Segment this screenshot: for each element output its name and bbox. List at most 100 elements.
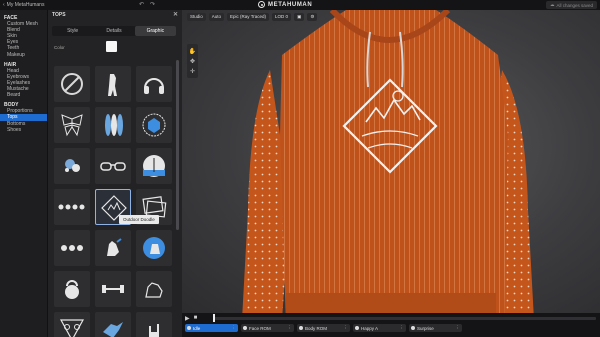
tops-panel: TOPS ✕ Style Details Graphic Color Outdo… xyxy=(47,10,182,337)
move-icon[interactable]: ✥ xyxy=(187,56,198,66)
graphic-hand-tile[interactable] xyxy=(95,230,131,266)
graphic-moon-phases-tile[interactable] xyxy=(54,189,90,225)
graphic-eyes-tile[interactable] xyxy=(54,230,90,266)
graphic-surfboards-tile[interactable] xyxy=(95,107,131,143)
graphic-glasses-tile[interactable] xyxy=(95,148,131,184)
close-icon[interactable]: ✕ xyxy=(173,11,178,18)
color-swatch[interactable] xyxy=(106,41,117,52)
glasses-icon xyxy=(100,162,126,171)
playback-controls: ▶ ■ xyxy=(185,315,197,322)
top-bar: ‹ My MetaHumans ↶ ↷ METAHUMAN ☁ All chan… xyxy=(0,0,600,10)
headphones-icon xyxy=(144,78,164,94)
pose-happy-a[interactable]: Happy A ⋮ xyxy=(353,324,406,332)
pose-label: Happy A xyxy=(361,325,379,331)
panel-title: TOPS xyxy=(52,12,66,18)
pose-label: Body ROM xyxy=(305,325,328,331)
dumbbell-icon xyxy=(102,285,124,293)
render-quality-button[interactable]: Epic (Ray Traced) xyxy=(227,13,270,21)
color-label: Color xyxy=(54,44,65,50)
viewport-toolbar: Studio Auto Epic (Ray Traced) LOD 0 ▣ ⚙ xyxy=(187,13,318,21)
graphic-butterfly-tile[interactable] xyxy=(54,107,90,143)
sidebar-item-beard[interactable]: Beard xyxy=(4,92,47,98)
sidebar-item-shoes[interactable]: Shoes xyxy=(4,127,47,133)
graphic-dog-tile[interactable] xyxy=(95,66,131,102)
no-graphic-icon xyxy=(61,73,83,95)
graphic-mouse-tile[interactable] xyxy=(136,230,172,266)
graphic-headphones-tile[interactable] xyxy=(136,66,172,102)
stop-icon[interactable]: ■ xyxy=(194,315,198,322)
graphic-dumbbell-tile[interactable] xyxy=(95,271,131,307)
pose-icon xyxy=(355,326,359,330)
play-icon[interactable]: ▶ xyxy=(185,315,190,322)
graphic-dice-tile[interactable] xyxy=(136,107,172,143)
studio-lighting-button[interactable]: Studio xyxy=(187,13,206,21)
dog-icon xyxy=(108,74,117,96)
pose-face-rom[interactable]: Face ROM ⋮ xyxy=(241,324,294,332)
hoodie-character-render xyxy=(242,10,534,313)
kettlebell-icon xyxy=(65,280,79,299)
metahuman-creator-window: ‹ My MetaHumans ↶ ↷ METAHUMAN ☁ All chan… xyxy=(0,0,600,337)
category-sidebar: FACE Custom Mesh Blend Skin Eyes Teeth M… xyxy=(0,10,47,337)
undo-icon[interactable]: ↶ xyxy=(139,1,144,8)
mouse-icon xyxy=(143,237,165,259)
brand-title: METAHUMAN xyxy=(268,1,313,8)
settings-icon[interactable]: ⚙ xyxy=(307,13,318,21)
more-icon[interactable]: ⋮ xyxy=(456,325,461,331)
graphic-rock-hand-tile[interactable] xyxy=(136,312,172,337)
graphic-cat-tile[interactable] xyxy=(136,271,172,307)
butterfly-icon xyxy=(61,114,83,137)
camera-icon[interactable]: ▣ xyxy=(294,13,305,21)
graphic-kettlebell-tile[interactable] xyxy=(54,271,90,307)
eyes-icon xyxy=(61,245,83,251)
brand: METAHUMAN xyxy=(258,1,312,8)
character-viewport[interactable]: Studio Auto Epic (Ray Traced) LOD 0 ▣ ⚙ … xyxy=(182,10,600,313)
viewport-tools: ✋ ✥ ✛ xyxy=(187,44,198,78)
panel-header: TOPS ✕ xyxy=(48,10,182,20)
tab-details[interactable]: Details xyxy=(93,26,134,36)
more-icon[interactable]: ⋮ xyxy=(400,325,405,331)
hand-icon xyxy=(107,238,122,256)
pose-surprise[interactable]: Surprise ⋮ xyxy=(409,324,462,332)
timeline-playhead[interactable] xyxy=(213,314,215,322)
undo-redo-group: ↶ ↷ xyxy=(139,1,155,8)
redo-icon[interactable]: ↷ xyxy=(150,1,155,8)
more-icon[interactable]: ⋮ xyxy=(344,325,349,331)
timeline-track[interactable] xyxy=(214,317,596,320)
back-button-label: My MetaHumans xyxy=(6,2,45,8)
tab-graphic[interactable]: Graphic xyxy=(134,26,176,36)
graphic-tooltip: Outdoor Doodle xyxy=(119,215,159,224)
pose-label: Idle xyxy=(193,325,201,331)
more-icon[interactable]: ⋮ xyxy=(288,325,293,331)
palm-sunset-icon xyxy=(143,155,165,177)
bicycle-icon xyxy=(59,319,85,337)
graphic-none-tile[interactable] xyxy=(54,66,90,102)
surfboards-icon xyxy=(105,114,123,136)
graphic-palm-sunset-tile[interactable] xyxy=(136,148,172,184)
tab-style[interactable]: Style xyxy=(52,26,93,36)
panel-scrollbar[interactable] xyxy=(176,60,179,230)
pose-icon xyxy=(243,326,247,330)
graphic-bicycle-tile[interactable] xyxy=(54,312,90,337)
pose-list: Idle ⋮ Face ROM ⋮ Body ROM ⋮ Happy A ⋮ Surpr… xyxy=(185,324,462,332)
back-to-my-metahumans-button[interactable]: ‹ My MetaHumans xyxy=(0,2,44,8)
select-hand-icon[interactable]: ✋ xyxy=(187,46,198,56)
pose-label: Surprise xyxy=(417,325,434,331)
graphic-bird-tile[interactable] xyxy=(95,312,131,337)
cat-icon xyxy=(145,282,163,298)
graphic-splash-tile[interactable] xyxy=(54,148,90,184)
pose-icon xyxy=(187,326,191,330)
cloud-icon: ☁ xyxy=(549,2,555,7)
chevron-left-icon: ‹ xyxy=(3,2,5,8)
camera-auto-button[interactable]: Auto xyxy=(208,13,225,21)
splash-icon xyxy=(65,159,80,172)
moon-phases-icon xyxy=(58,204,85,210)
pose-icon xyxy=(411,326,415,330)
pose-idle[interactable]: Idle ⋮ xyxy=(185,324,238,332)
pose-body-rom[interactable]: Body ROM ⋮ xyxy=(297,324,350,332)
more-icon[interactable]: ⋮ xyxy=(232,325,237,331)
dice-icon xyxy=(142,113,166,137)
lod-button[interactable]: LOD 0 xyxy=(272,13,292,21)
save-status-text: All changes saved xyxy=(556,2,593,8)
sidebar-item-makeup[interactable]: Makeup xyxy=(4,52,47,58)
pan-icon[interactable]: ✛ xyxy=(187,66,198,76)
